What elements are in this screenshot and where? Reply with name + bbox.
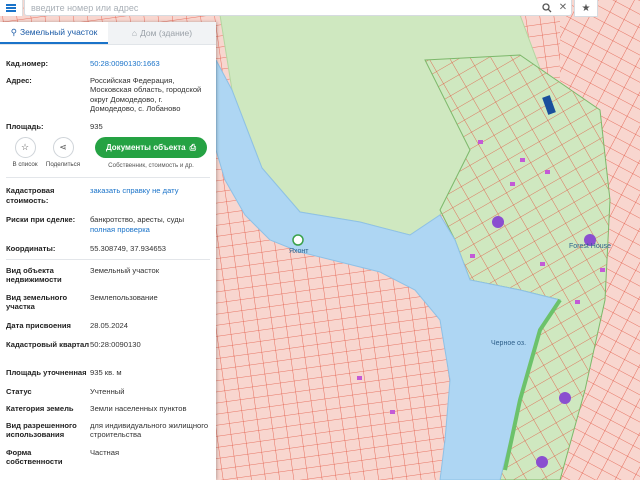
area-label: Площадь:: [6, 121, 44, 131]
full-check-link[interactable]: полная проверка: [90, 225, 210, 235]
detail-value: Земли населенных пунктов: [90, 403, 187, 413]
detail-row: Вид разрешенного использования для индив…: [0, 421, 216, 448]
cadnum-label: Кад.номер:: [6, 59, 49, 68]
documents-button[interactable]: Документы объекта ⎙: [95, 137, 207, 158]
detail-label: Дата присвоения: [6, 320, 71, 330]
info-row-coordinates: Координаты: 55.308749, 37.934653: [0, 244, 216, 254]
tab-building[interactable]: ⌂ Дом (здание): [108, 22, 216, 44]
info-row-risks: Риски при сделке: банкротство, аресты, с…: [0, 215, 216, 234]
close-icon[interactable]: ✕: [555, 1, 571, 15]
coordinates-value: 55.308749, 37.934653: [90, 244, 167, 253]
detail-label: Кадастровый квартал: [6, 339, 90, 349]
add-to-list-button[interactable]: ☆ В список: [6, 137, 44, 168]
detail-value: 50:28:0090130: [90, 339, 141, 349]
info-row-cadnum: Кад.номер: 50:28:0090130:1663: [0, 59, 216, 69]
building-icon: ⌂: [131, 28, 138, 38]
cadnum-link[interactable]: 50:28:0090130:1663: [90, 59, 210, 69]
detail-label: Площадь уточненная: [6, 367, 87, 377]
details-list: Вид объекта недвижимости Земельный участ…: [0, 266, 216, 472]
cadastral-value-label: Кадастровая стоимость:: [6, 186, 55, 205]
tab-land-plot-label: Земельный участок: [19, 27, 98, 37]
poi-marker-south[interactable]: [536, 456, 548, 468]
tab-building-label: Дом (здание): [140, 28, 193, 38]
star-icon[interactable]: ★: [574, 0, 598, 17]
detail-value: Землепользование: [90, 292, 158, 302]
order-certificate-link[interactable]: заказать справку не дату: [90, 186, 210, 205]
detail-label: Вид земельного участка: [6, 292, 68, 312]
detail-row: Дата присвоения 28.05.2024: [0, 321, 216, 340]
hamburger-icon: [6, 7, 16, 9]
poi-label-forest-house: Forest House: [569, 243, 612, 250]
pin-icon: ⚲: [10, 26, 17, 37]
documents-subtitle: Собственник, стоимость и др.: [108, 162, 194, 169]
detail-value: Частная: [90, 447, 120, 457]
detail-label: Вид объекта недвижимости: [6, 265, 62, 285]
share-button[interactable]: ⋖ Поделиться: [44, 137, 82, 168]
detail-row: Категория земель Земли населенных пункто…: [0, 404, 216, 421]
address-value: Российская Федерация, Московская область…: [90, 75, 202, 114]
detail-label: Вид разрешенного использования: [6, 420, 77, 440]
detail-label: Статус: [6, 386, 32, 396]
detail-row: Форма собственности Частная: [0, 448, 216, 472]
share-icon: ⋖: [52, 137, 74, 158]
object-info-panel: ⚲ Земельный участок ⌂ Дом (здание) Кад.н…: [0, 22, 216, 480]
poi-marker-hotel[interactable]: [492, 216, 504, 228]
detail-value: Учтенный: [90, 386, 125, 396]
menu-button[interactable]: [0, 0, 23, 16]
info-row-cadastral-value: Кадастровая стоимость: заказать справку …: [0, 186, 216, 205]
area-value: 935: [90, 121, 103, 131]
star-outline-icon: ☆: [14, 137, 36, 158]
detail-row: Площадь уточненная 935 кв. м: [0, 368, 216, 387]
search-icon[interactable]: [539, 1, 555, 15]
detail-row: Статус Учтенный: [0, 387, 216, 404]
poi-marker-yakhont[interactable]: [292, 234, 304, 246]
lake-label: Черное оз.: [491, 340, 527, 347]
info-row-address: Адрес: Российская Федерация, Московская …: [0, 76, 216, 114]
documents-button-label: Документы объекта: [106, 143, 186, 152]
info-row-area: Площадь: 935: [0, 122, 216, 132]
risks-value: банкротство, аресты, суды: [90, 215, 185, 224]
coordinates-label: Координаты:: [6, 244, 56, 253]
detail-value: 935 кв. м: [90, 367, 122, 377]
poi-label-yakhont: Яхонт: [289, 248, 309, 255]
detail-label: Форма собственности: [6, 447, 63, 467]
detail-value: Земельный участок: [90, 265, 160, 275]
action-bar: ☆ В список ⋖ Поделиться Документы объект…: [0, 137, 216, 177]
share-label: Поделиться: [45, 161, 81, 168]
documents-block: Документы объекта ⎙ Собственник, стоимос…: [92, 137, 210, 169]
poi-marker-villa[interactable]: [559, 392, 571, 404]
tab-land-plot[interactable]: ⚲ Земельный участок: [0, 22, 108, 44]
document-icon: ⎙: [189, 142, 196, 152]
search-box: ✕: [24, 0, 572, 16]
address-label: Адрес:: [6, 75, 32, 85]
panel-tabs: ⚲ Земельный участок ⌂ Дом (здание): [0, 22, 216, 45]
detail-row: Вид объекта недвижимости Земельный участ…: [0, 266, 216, 293]
add-to-list-label: В список: [12, 161, 38, 168]
search-input[interactable]: [25, 1, 539, 14]
detail-row: Вид земельного участка Землепользование: [0, 293, 216, 321]
detail-label: Категория земель: [6, 403, 74, 413]
detail-value: для индивидуального жилищного строительс…: [90, 420, 209, 440]
risks-label: Риски при сделке:: [6, 215, 76, 224]
detail-row: Кадастровый квартал 50:28:0090130: [0, 340, 216, 368]
detail-value: 28.05.2024: [90, 320, 129, 330]
top-bar: ✕ ★: [0, 0, 640, 17]
